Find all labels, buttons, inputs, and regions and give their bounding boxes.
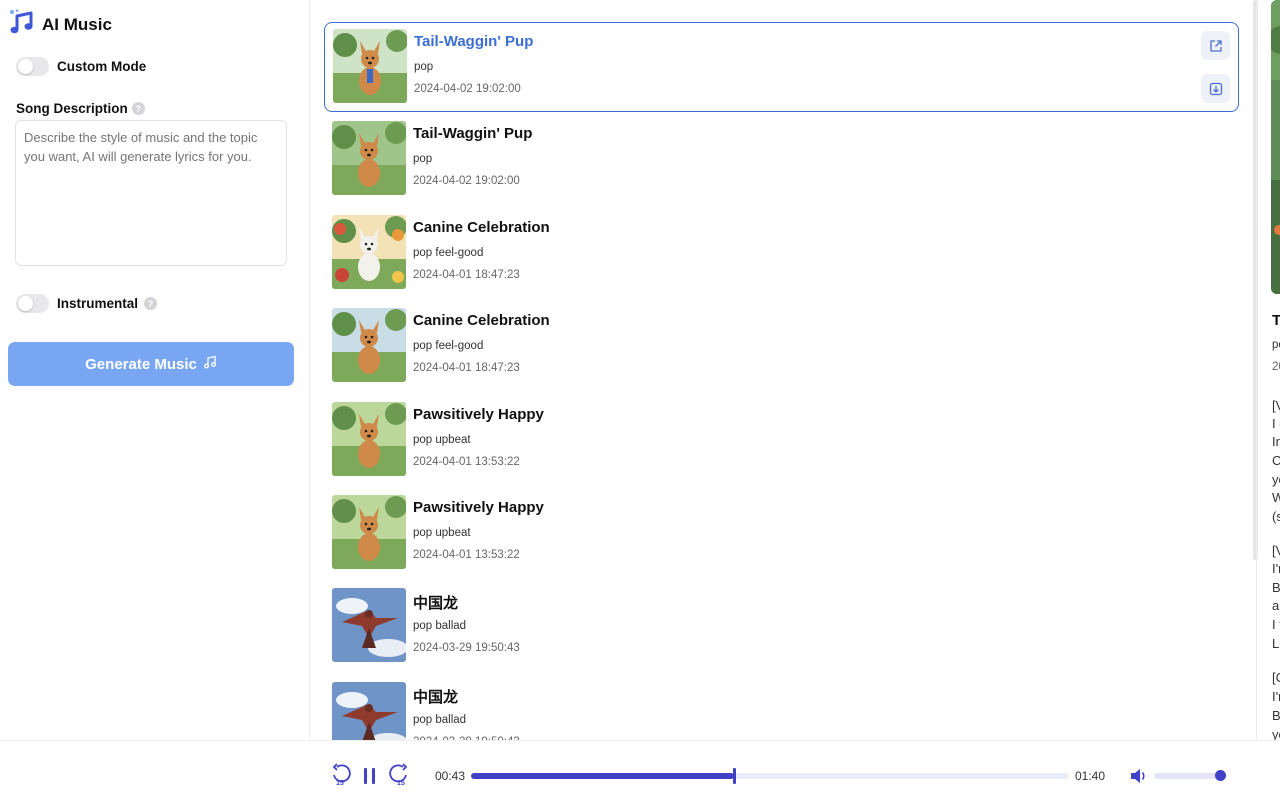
lyric-line: [V: [1272, 398, 1280, 413]
forward-15-icon[interactable]: 15: [387, 763, 409, 787]
generate-music-label: Generate Music: [85, 355, 197, 373]
lyric-line: In: [1272, 434, 1280, 449]
lyric-line: B: [1272, 580, 1280, 595]
song-cover-art[interactable]: [332, 401, 406, 476]
lyric-line: I f: [1272, 617, 1280, 632]
progress-bar[interactable]: [471, 768, 1069, 784]
help-icon[interactable]: ?: [131, 102, 145, 115]
song-title[interactable]: Tail-Waggin' Pup: [413, 125, 532, 142]
song-tags: pop: [413, 153, 433, 166]
song-item[interactable]: Tail-Waggin' Pup pop 2024-04-02 19:02:00: [324, 115, 1239, 205]
song-detail-panel: T po 20 [V I g In Cyo W (s [V I'r Bar I f Li [C I'r B…: [1256, 0, 1280, 740]
share-icon[interactable]: [1201, 31, 1230, 60]
volume-slider[interactable]: [1154, 773, 1222, 779]
lyric-line: B: [1272, 708, 1280, 723]
detail-title: T: [1272, 312, 1280, 329]
lyric-line: [C: [1272, 670, 1280, 685]
generate-music-button[interactable]: Generate Music: [8, 342, 294, 386]
song-item[interactable]: Canine Celebration pop feel-good 2024-04-0…: [324, 302, 1239, 392]
brand[interactable]: AI Music: [8, 8, 112, 41]
detail-tags: po: [1272, 339, 1280, 351]
song-cover-art[interactable]: [333, 29, 407, 103]
song-cover-art[interactable]: [332, 214, 406, 289]
progress-fill: [471, 773, 734, 779]
lyric-line: [V: [1272, 543, 1280, 558]
instrumental-row: Instrumental ?: [16, 294, 158, 313]
song-description-label-row: Song Description ?: [16, 101, 145, 116]
song-tags: pop feel-good: [413, 246, 484, 259]
song-tags: pop ballad: [413, 713, 467, 726]
custom-mode-label: Custom Mode: [57, 59, 147, 74]
help-icon[interactable]: ?: [144, 297, 158, 310]
duration-time: 01:40: [1075, 769, 1106, 783]
song-title[interactable]: Canine Celebration: [413, 312, 550, 329]
music-note-logo-icon: [8, 8, 36, 41]
song-list: Tail-Waggin' Pup pop 2024-04-02 19:02:00 Ta…: [310, 0, 1255, 740]
song-description-input[interactable]: [15, 120, 287, 266]
lyric-line: W: [1272, 490, 1280, 505]
song-item[interactable]: Pawsitively Happy pop upbeat 2024-04-01 13…: [324, 489, 1239, 579]
song-cover-art[interactable]: [332, 495, 406, 569]
song-date: 2024-03-29 19:50:43: [413, 642, 520, 655]
song-item[interactable]: Canine Celebration pop feel-good 2024-04-0…: [324, 209, 1239, 299]
lyric-line: I g: [1272, 416, 1280, 431]
download-icon[interactable]: [1201, 74, 1230, 103]
app-root: AI Music Custom Mode Song Description ? …: [0, 0, 1280, 800]
lyric-line: yo: [1272, 472, 1280, 487]
song-date: 2024-04-02 19:02:00: [414, 83, 521, 95]
song-tags: pop ballad: [413, 620, 467, 633]
song-tags: pop upbeat: [413, 433, 471, 446]
custom-mode-toggle[interactable]: [16, 57, 49, 76]
lyric-line: I'r: [1272, 561, 1280, 576]
lyric-line: C: [1272, 453, 1280, 468]
forward-seconds: 15: [397, 780, 405, 787]
volume-handle[interactable]: [1215, 770, 1226, 781]
song-title[interactable]: 中国龙: [413, 592, 458, 613]
song-cover-art[interactable]: [332, 308, 406, 383]
song-item[interactable]: Pawsitively Happy pop upbeat 2024-04-01 13…: [324, 396, 1239, 486]
lyric-line: I'r: [1272, 689, 1280, 704]
song-date: 2024-04-01 13:53:22: [413, 455, 520, 468]
song-title[interactable]: Pawsitively Happy: [413, 406, 544, 423]
lyric-line: yo: [1272, 727, 1280, 740]
lyric-line: Li: [1272, 636, 1280, 651]
song-date: 2024-04-02 19:02:00: [413, 175, 520, 188]
song-item[interactable]: 中国龙pop ballad2024-03-29 19:50:43: [324, 676, 1239, 740]
song-description-label: Song Description: [16, 101, 128, 116]
song-title[interactable]: Canine Celebration: [413, 219, 550, 236]
song-item[interactable]: Tail-Waggin' Pup pop 2024-04-02 19:02:00: [324, 22, 1239, 112]
pause-icon[interactable]: [362, 767, 378, 785]
song-title[interactable]: 中国龙: [413, 686, 458, 707]
song-cover-art[interactable]: [332, 681, 406, 740]
detail-date: 20: [1272, 361, 1280, 373]
song-cover-art[interactable]: [332, 121, 406, 196]
player-bar: 15 15 00:43 01:40: [0, 740, 1280, 800]
song-date: 2024-04-01 18:47:23: [413, 362, 520, 375]
rewind-15-icon[interactable]: 15: [331, 763, 353, 787]
instrumental-label: Instrumental: [57, 296, 139, 311]
song-date: 2024-04-01 13:53:22: [413, 549, 520, 561]
song-cover-art[interactable]: [332, 588, 406, 663]
sidebar: AI Music Custom Mode Song Description ? …: [0, 0, 310, 740]
app-title: AI Music: [42, 14, 112, 34]
rewind-seconds: 15: [336, 780, 344, 787]
detail-cover-art: [1271, 0, 1280, 294]
lyric-line: ar: [1272, 598, 1280, 613]
song-title[interactable]: Tail-Waggin' Pup: [414, 33, 533, 50]
song-tags: pop upbeat: [413, 527, 471, 539]
volume-icon[interactable]: [1130, 768, 1148, 784]
lyric-line: (s: [1272, 509, 1280, 524]
song-title[interactable]: Pawsitively Happy: [413, 499, 544, 516]
song-date: 2024-04-01 18:47:23: [413, 268, 520, 281]
elapsed-time: 00:43: [435, 769, 466, 783]
custom-mode-row: Custom Mode: [16, 57, 146, 76]
song-tags: pop: [414, 61, 434, 73]
music-note-icon: [203, 355, 217, 373]
instrumental-toggle[interactable]: [16, 294, 49, 313]
progress-handle[interactable]: [733, 768, 736, 784]
song-tags: pop feel-good: [413, 340, 484, 353]
song-item[interactable]: 中国龙 pop ballad 2024-03-29 19:50:43: [324, 582, 1239, 672]
